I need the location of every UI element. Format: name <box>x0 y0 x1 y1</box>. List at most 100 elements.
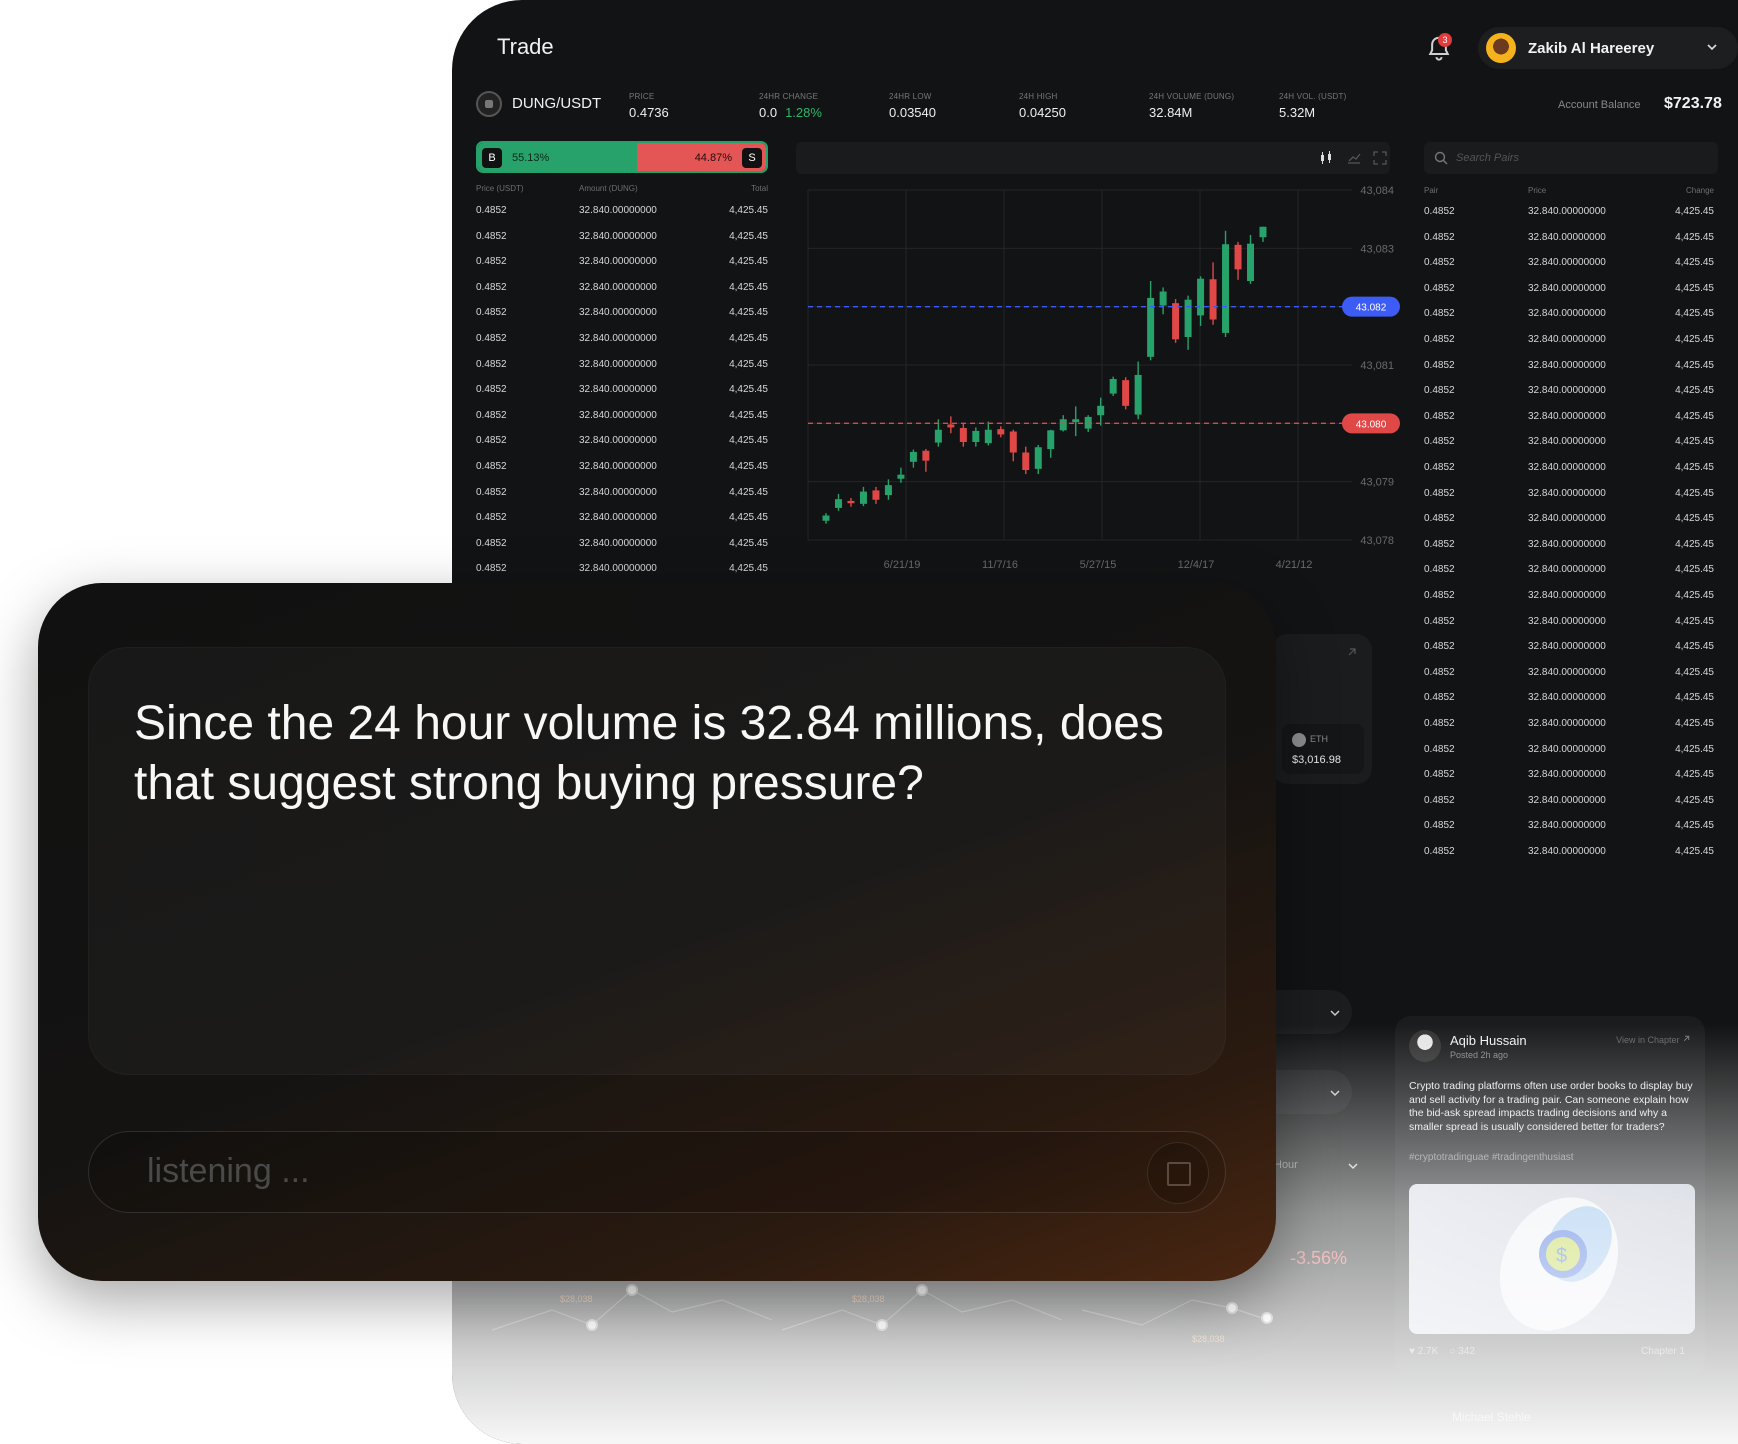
chevron-down-icon <box>1707 44 1717 51</box>
voice-input[interactable]: listening ... <box>88 1131 1226 1213</box>
orderbook-cell: 0.4852 <box>476 563 507 575</box>
comment-icon[interactable]: ○ <box>1449 1346 1455 1357</box>
y-tick-label: 43,083 <box>1360 243 1394 255</box>
pair-cell: 4,425.45 <box>1675 462 1714 473</box>
pair-row[interactable]: 0.4852 32.840.00000000 4,425.45 <box>1424 718 1714 734</box>
orderbook-row[interactable]: 0.4852 32.840.00000000 4,425.45 <box>476 487 768 503</box>
orderbook-cell: 4,425.45 <box>729 435 768 447</box>
candle-body <box>859 491 867 504</box>
orderbook-cell: 0.4852 <box>476 230 507 242</box>
orderbook-row[interactable]: 0.4852 32.840.00000000 4,425.45 <box>476 538 768 554</box>
pair-row[interactable]: 0.4852 32.840.00000000 4,425.45 <box>1424 616 1714 632</box>
orderbook-row[interactable]: 0.4852 32.840.00000000 4,425.45 <box>476 435 768 451</box>
pair-row[interactable]: 0.4852 32.840.00000000 4,425.45 <box>1424 769 1714 785</box>
stat-value: 32.84M <box>1149 105 1234 120</box>
orderbook-cell: 0.4852 <box>476 256 507 268</box>
orderbook-row[interactable]: 0.4852 32.840.00000000 4,425.45 <box>476 384 768 400</box>
orderbook-row[interactable]: 0.4852 32.840.00000000 4,425.45 <box>476 231 768 247</box>
candlestick-icon[interactable] <box>1318 150 1334 166</box>
timeframe-label[interactable]: Hour <box>1274 1159 1298 1171</box>
pair-row[interactable]: 0.4852 32.840.00000000 4,425.45 <box>1424 308 1714 324</box>
pair-cell: 32.840.00000000 <box>1528 820 1606 832</box>
pair-row[interactable]: 0.4852 32.840.00000000 4,425.45 <box>1424 692 1714 708</box>
orderbook-cell: 4,425.45 <box>729 230 768 242</box>
pair-row[interactable]: 0.4852 32.840.00000000 4,425.45 <box>1424 257 1714 273</box>
pair-row[interactable]: 0.4852 32.840.00000000 4,425.45 <box>1424 513 1714 529</box>
ticker-stat: 24HR LOW 0.03540 <box>889 92 936 120</box>
orderbook-row[interactable]: 0.4852 32.840.00000000 4,425.45 <box>476 410 768 426</box>
pair-row[interactable]: 0.4852 32.840.00000000 4,425.45 <box>1424 334 1714 350</box>
search-input[interactable] <box>1456 152 1676 164</box>
candle-body <box>1072 419 1080 423</box>
pair-row[interactable]: 0.4852 32.840.00000000 4,425.45 <box>1424 462 1714 478</box>
line-chart-icon[interactable] <box>1346 150 1362 166</box>
candlestick-chart[interactable]: 43,08443,08343,08243,08143,08043,07943,0… <box>796 178 1410 574</box>
post-author[interactable]: Michael Stehle <box>1452 1410 1531 1424</box>
pair-cell: 4,425.45 <box>1675 615 1714 627</box>
orderbook-cell: 0.4852 <box>476 205 507 216</box>
user-menu[interactable]: Zakib Al Hareerey <box>1478 27 1738 69</box>
orderbook-row[interactable]: 0.4852 32.840.00000000 4,425.45 <box>476 307 768 323</box>
pair-row[interactable]: 0.4852 32.840.00000000 4,425.45 <box>1424 360 1714 376</box>
pair-row[interactable]: 0.4852 32.840.00000000 4,425.45 <box>1424 436 1714 452</box>
pair-cell: 0.4852 <box>1424 410 1455 422</box>
pair-row[interactable]: 0.4852 32.840.00000000 4,425.45 <box>1424 385 1714 401</box>
orderbook-row[interactable]: 0.4852 32.840.00000000 4,425.45 <box>476 461 768 477</box>
pair-cell: 4,425.45 <box>1675 564 1714 576</box>
pair-row[interactable]: 0.4852 32.840.00000000 4,425.45 <box>1424 206 1714 222</box>
ticker-bar: DUNG/USDT PRICE 0.4736 24HR CHANGE 0.0 1.28%… <box>476 80 1738 130</box>
pair-row[interactable]: 0.4852 32.840.00000000 4,425.45 <box>1424 641 1714 657</box>
post-author[interactable]: Aqib Hussain <box>1450 1033 1527 1048</box>
pair-cell: 32.840.00000000 <box>1528 692 1606 704</box>
pair-row[interactable]: 0.4852 32.840.00000000 4,425.45 <box>1424 232 1714 248</box>
pair-cell: 4,425.45 <box>1675 666 1714 678</box>
orderbook-cell: 0.4852 <box>476 281 507 293</box>
pair-row[interactable]: 0.4852 32.840.00000000 4,425.45 <box>1424 283 1714 299</box>
heart-icon[interactable]: ♥ <box>1409 1346 1415 1357</box>
fullscreen-icon[interactable] <box>1372 150 1388 166</box>
pair-cell: 4,425.45 <box>1675 513 1714 525</box>
orderbook-row[interactable]: 0.4852 32.840.00000000 4,425.45 <box>476 333 768 349</box>
pairs-search[interactable] <box>1424 142 1718 174</box>
stat-label: 24HR CHANGE <box>759 92 819 101</box>
orderbook-row[interactable]: 0.4852 32.840.00000000 4,425.45 <box>476 205 768 221</box>
pair-cell: 32.840.00000000 <box>1528 794 1606 806</box>
stat-number: 5.32M <box>1279 105 1316 120</box>
pair-row[interactable]: 0.4852 32.840.00000000 4,425.45 <box>1424 590 1714 606</box>
candle-body <box>1197 278 1205 316</box>
stop-button[interactable] <box>1147 1142 1209 1204</box>
post-tags[interactable]: #cryptotradinguae #tradingenthusiast <box>1409 1152 1574 1163</box>
orderbook-row[interactable]: 0.4852 32.840.00000000 4,425.45 <box>476 282 768 298</box>
orderbook-row[interactable]: 0.4852 32.840.00000000 4,425.45 <box>476 512 768 528</box>
spark-point <box>876 1319 888 1331</box>
pair-selector[interactable]: DUNG/USDT <box>512 95 601 112</box>
pair-row[interactable]: 0.4852 32.840.00000000 4,425.45 <box>1424 564 1714 580</box>
pair-cell: 4,425.45 <box>1675 206 1714 217</box>
pair-cell: 32.840.00000000 <box>1528 538 1606 550</box>
orderbook-row[interactable]: 0.4852 32.840.00000000 4,425.45 <box>476 256 768 272</box>
community-post[interactable]: Aqib Hussain Posted 2h ago View in Chapt… <box>1395 1016 1705 1376</box>
pair-cell: 4,425.45 <box>1675 590 1714 601</box>
candle-body <box>872 490 880 500</box>
eth-price: $3,016.98 <box>1292 754 1341 766</box>
pair-row[interactable]: 0.4852 32.840.00000000 4,425.45 <box>1424 667 1714 683</box>
pair-row[interactable]: 0.4852 32.840.00000000 4,425.45 <box>1424 488 1714 504</box>
pair-row[interactable]: 0.4852 32.840.00000000 4,425.45 <box>1424 846 1714 862</box>
pair-cell: 0.4852 <box>1424 846 1455 857</box>
spark-point <box>916 1284 928 1296</box>
pair-row[interactable]: 0.4852 32.840.00000000 4,425.45 <box>1424 539 1714 555</box>
pair-cell: 4,425.45 <box>1675 538 1714 550</box>
eth-price-chip[interactable]: ETH $3,016.98 <box>1282 724 1364 774</box>
orderbook-row[interactable]: 0.4852 32.840.00000000 4,425.45 <box>476 563 768 579</box>
pair-row[interactable]: 0.4852 32.840.00000000 4,425.45 <box>1424 744 1714 760</box>
pair-row[interactable]: 0.4852 32.840.00000000 4,425.45 <box>1424 411 1714 427</box>
pair-cell: 32.840.00000000 <box>1528 513 1606 525</box>
pair-cell: 0.4852 <box>1424 666 1455 678</box>
pair-cell: 32.840.00000000 <box>1528 334 1606 345</box>
orderbook-row[interactable]: 0.4852 32.840.00000000 4,425.45 <box>476 359 768 375</box>
buy-sell-ratio-bar: B 55.13% 44.87% S <box>476 141 768 173</box>
pair-row[interactable]: 0.4852 32.840.00000000 4,425.45 <box>1424 795 1714 811</box>
view-in-chapter-link[interactable]: View in Chapter <box>1616 1034 1691 1045</box>
pair-row[interactable]: 0.4852 32.840.00000000 4,425.45 <box>1424 820 1714 836</box>
orderbook-cell: 0.4852 <box>476 435 507 447</box>
